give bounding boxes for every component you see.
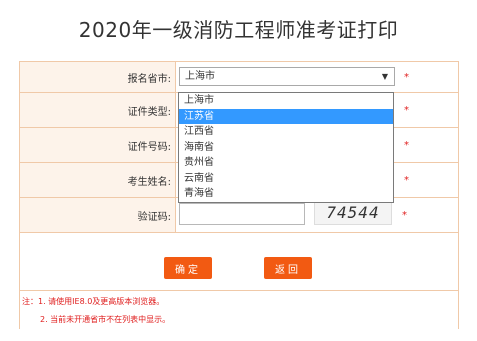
required-mark: * [404, 72, 409, 83]
dropdown-option[interactable]: 青海省 [179, 186, 393, 202]
confirm-button[interactable]: 确定 [164, 257, 212, 279]
cert-no-label: 证件号码: [20, 128, 176, 162]
province-select-value: 上海市 [185, 71, 215, 82]
cert-type-label: 证件类型: [20, 93, 176, 127]
province-label: 报名省市: [20, 62, 176, 92]
required-mark: * [404, 140, 409, 151]
province-cell: 上海市 ▼ * [176, 62, 458, 92]
dropdown-option[interactable]: 海南省 [179, 140, 393, 156]
dropdown-option[interactable]: 江西省 [179, 124, 393, 140]
note-line-2: 2. 当前未开通省市不在列表中显示。 [40, 315, 171, 324]
province-select[interactable]: 上海市 ▼ [179, 67, 395, 86]
page-title: 2020年一级消防工程师准考证打印 [78, 18, 399, 42]
captcha-label: 验证码: [20, 198, 176, 232]
required-mark: * [404, 105, 409, 116]
dropdown-option[interactable]: 贵州省 [179, 155, 393, 171]
note-line-1: 注：1. 请使用IE8.0及更高版本浏览器。 [22, 297, 165, 306]
required-mark: * [404, 175, 409, 186]
chevron-down-icon[interactable]: ▼ [382, 68, 388, 85]
name-label: 考生姓名: [20, 163, 176, 197]
back-button[interactable]: 返回 [264, 257, 312, 279]
province-dropdown-list: 上海市 江苏省 江西省 海南省 贵州省 云南省 青海省 [178, 92, 394, 203]
notes: 注：1. 请使用IE8.0及更高版本浏览器。 2. 当前未开通省市不在列表中显示… [20, 290, 458, 329]
captcha-cell: 74544 * [176, 198, 458, 232]
captcha-image[interactable]: 74544 [314, 201, 392, 225]
captcha-input[interactable] [179, 203, 305, 225]
dropdown-option[interactable]: 上海市 [179, 93, 393, 109]
dropdown-option-highlighted[interactable]: 江苏省 [179, 108, 393, 124]
row-province: 报名省市: 上海市 ▼ * [20, 62, 458, 93]
row-captcha: 验证码: 74544 * [20, 198, 458, 233]
required-mark: * [402, 210, 407, 221]
dropdown-option[interactable]: 云南省 [179, 171, 393, 187]
